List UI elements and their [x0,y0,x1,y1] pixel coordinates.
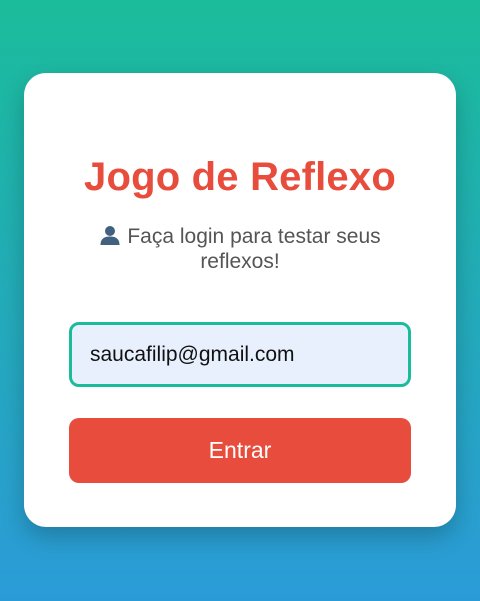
login-subtitle: Faça login para testar seus reflexos! [84,224,396,274]
login-card: Jogo de Reflexo Faça login para testar s… [24,73,456,527]
login-subtitle-text: Faça login para testar seus reflexos! [127,225,381,273]
email-field[interactable] [69,322,411,387]
page-title: Jogo de Reflexo [84,155,396,199]
enter-button[interactable]: Entrar [69,418,411,483]
user-icon [99,224,121,246]
